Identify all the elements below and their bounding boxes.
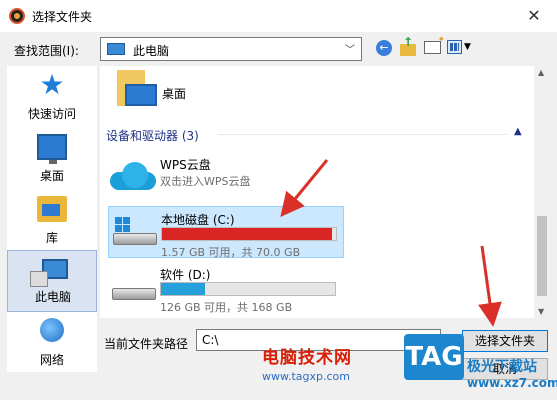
drive-usage-fill: [162, 228, 333, 240]
desktop-icon: [37, 134, 67, 164]
place-label: 桌面: [39, 169, 64, 183]
group-divider: [218, 134, 508, 135]
drive-usage-fill: [161, 283, 205, 295]
place-network[interactable]: 网络: [7, 312, 97, 374]
watermark-text: 电脑技术网: [262, 348, 352, 368]
drive-subtitle: 双击进入WPS云盘: [160, 175, 251, 188]
drive-icon: [112, 278, 156, 300]
drive-space: 1.57 GB 可用，共 70.0 GB: [161, 246, 301, 259]
new-folder-icon[interactable]: [424, 35, 445, 54]
view-menu-arrow-icon[interactable]: ▼: [464, 42, 471, 52]
place-quick-access[interactable]: ★ 快速访问: [7, 66, 97, 128]
close-button[interactable]: ✕: [511, 0, 557, 32]
lookin-value: 此电脑: [133, 44, 170, 58]
chevron-down-icon[interactable]: ﹀: [345, 41, 355, 56]
drive-tile-d[interactable]: 软件 (D:) 126 GB 可用，共 168 GB: [108, 262, 344, 314]
drive-usage-bar: [160, 282, 336, 296]
chevron-up-icon[interactable]: ▲: [514, 126, 522, 137]
drive-usage-bar: [161, 227, 337, 241]
place-desktop[interactable]: 桌面: [7, 128, 97, 190]
scroll-down-icon[interactable]: ▼: [538, 307, 544, 316]
drive-space: 126 GB 可用，共 168 GB: [160, 301, 293, 314]
watermark-side-text: 极光下载站: [467, 359, 537, 375]
place-label: 此电脑: [34, 290, 71, 304]
group-header-devices[interactable]: 设备和驱动器 (3): [106, 127, 199, 144]
lookin-combo[interactable]: 此电脑 ﹀: [100, 37, 362, 61]
watermark-side-url: www.xz7.com: [467, 376, 557, 390]
scroll-up-icon[interactable]: ▲: [538, 68, 544, 77]
star-icon: ★: [39, 68, 65, 101]
title-bar: 选择文件夹 ✕: [0, 0, 557, 32]
path-label: 当前文件夹路径: [104, 337, 189, 351]
desktop-item-label[interactable]: 桌面: [162, 85, 186, 102]
place-label: 网络: [39, 353, 64, 367]
place-library[interactable]: 库: [7, 190, 97, 252]
library-icon: [37, 196, 67, 222]
lookin-label: 查找范围(I):: [14, 44, 79, 58]
window-title: 选择文件夹: [32, 10, 93, 24]
places-bar: ★ 快速访问 桌面 库 此电脑 网络: [7, 66, 97, 372]
drive-name: WPS云盘: [160, 158, 211, 172]
desktop-folder-icon[interactable]: [117, 70, 157, 108]
place-label: 快速访问: [27, 107, 76, 121]
drive-tile-c[interactable]: 本地磁盘 (C:) 1.57 GB 可用，共 70.0 GB: [108, 206, 344, 259]
cloud-icon: [110, 162, 156, 190]
watermark-badge: TAG: [404, 334, 464, 380]
file-list: 桌面 设备和驱动器 (3) ▲ WPS云盘 双击进入WPS云盘 本地磁盘 (C:…: [100, 66, 550, 318]
scroll-thumb[interactable]: [537, 216, 547, 296]
app-icon: [9, 8, 25, 24]
drive-name: 软件 (D:): [160, 268, 211, 282]
place-this-pc[interactable]: 此电脑: [7, 250, 97, 312]
network-icon: [40, 318, 64, 342]
vertical-scrollbar[interactable]: ▲ ▼: [534, 66, 550, 318]
computer-icon: [30, 259, 68, 287]
windows-drive-icon: [113, 217, 157, 245]
drive-name: 本地磁盘 (C:): [161, 213, 235, 227]
up-folder-icon[interactable]: ↑: [400, 35, 416, 56]
view-menu-icon[interactable]: [447, 40, 462, 54]
back-icon[interactable]: ←: [376, 40, 392, 56]
place-label: 库: [45, 231, 58, 245]
watermark-url: www.tagxp.com: [262, 370, 350, 383]
computer-icon: [107, 43, 125, 55]
drive-tile-wps[interactable]: WPS云盘 双击进入WPS云盘: [108, 152, 344, 204]
select-folder-button[interactable]: 选择文件夹: [462, 330, 548, 352]
